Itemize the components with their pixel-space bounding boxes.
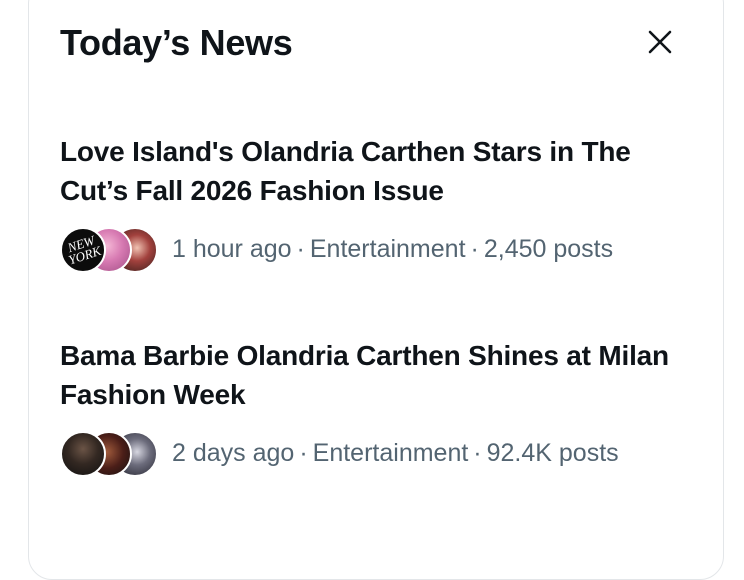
avatar: NEW YORK (60, 227, 106, 273)
story-category: Entertainment (312, 438, 469, 467)
avatar-stack: NEW YORK (60, 226, 158, 273)
story-metadata: 2 days ago · Entertainment · 92.4K posts (172, 439, 619, 468)
avatar (60, 431, 106, 477)
news-story[interactable]: Bama Barbie Olandria Carthen Shines at M… (60, 336, 700, 477)
story-time: 2 days ago (172, 438, 295, 467)
story-time: 1 hour ago (172, 234, 292, 263)
panel-title: Today’s News (60, 22, 293, 63)
close-icon (648, 30, 672, 54)
separator: · (470, 234, 479, 263)
story-headline[interactable]: Bama Barbie Olandria Carthen Shines at M… (60, 336, 690, 414)
avatar-stack (60, 430, 158, 477)
separator: · (296, 234, 305, 263)
story-category: Entertainment (309, 234, 466, 263)
story-meta: NEW YORK 1 hour ago · Entertainment · 2,450 … (60, 226, 700, 273)
news-story[interactable]: Love Island's Olandria Carthen Stars in … (60, 132, 700, 273)
close-button[interactable] (644, 26, 676, 58)
separator: · (299, 438, 308, 467)
story-meta: 2 days ago · Entertainment · 92.4K posts (60, 430, 700, 477)
story-headline[interactable]: Love Island's Olandria Carthen Stars in … (60, 132, 690, 210)
todays-news-card (28, 0, 724, 580)
story-post-count: 92.4K posts (486, 438, 619, 467)
story-post-count: 2,450 posts (483, 234, 614, 263)
new-york-logo: NEW YORK (65, 232, 104, 267)
separator: · (473, 438, 482, 467)
story-metadata: 1 hour ago · Entertainment · 2,450 posts (172, 235, 613, 264)
panel-header: Today’s News (60, 20, 680, 70)
